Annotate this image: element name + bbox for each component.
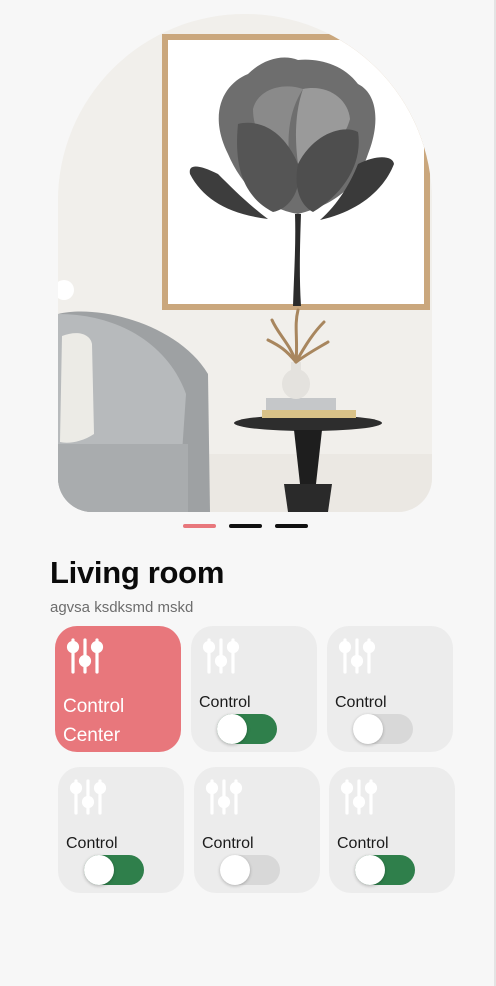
sliders-icon: [340, 779, 378, 815]
control-tile[interactable]: Control: [327, 626, 453, 752]
image-pager[interactable]: [183, 524, 308, 528]
pager-dot-2[interactable]: [229, 524, 262, 528]
room-title: Living room: [50, 555, 225, 590]
control-toggle[interactable]: [353, 714, 413, 744]
control-toggle[interactable]: [217, 714, 277, 744]
living-room-image: [58, 14, 432, 512]
sliders-icon: [69, 779, 107, 815]
tile-label: Control: [335, 694, 387, 711]
control-tile[interactable]: Control: [58, 767, 184, 893]
control-toggle[interactable]: [355, 855, 415, 885]
tile-label: Control: [202, 835, 254, 852]
toggle-knob: [355, 855, 385, 885]
pager-dot-3[interactable]: [275, 524, 308, 528]
sliders-icon: [205, 779, 243, 815]
control-tile[interactable]: Control: [194, 767, 320, 893]
sliders-icon: [202, 638, 240, 674]
sliders-icon: [66, 638, 104, 674]
sliders-icon: [338, 638, 376, 674]
tile-label: Control Center: [63, 696, 125, 746]
toggle-knob: [220, 855, 250, 885]
screen: Living room agvsa ksdksmd mskd Control C…: [0, 0, 496, 986]
toggle-knob: [84, 855, 114, 885]
control-toggle[interactable]: [84, 855, 144, 885]
control-tile[interactable]: Control: [329, 767, 455, 893]
pager-dot-1[interactable]: [183, 524, 216, 528]
room-subtitle: agvsa ksdksmd mskd: [50, 599, 194, 616]
control-center-tile[interactable]: Control Center: [55, 626, 181, 752]
toggle-knob: [353, 714, 383, 744]
tile-label: Control: [66, 835, 118, 852]
control-tile[interactable]: Control: [191, 626, 317, 752]
toggle-knob: [217, 714, 247, 744]
tile-label: Control: [199, 694, 251, 711]
tile-label: Control: [337, 835, 389, 852]
control-toggle[interactable]: [220, 855, 280, 885]
room-photo: [58, 14, 432, 512]
